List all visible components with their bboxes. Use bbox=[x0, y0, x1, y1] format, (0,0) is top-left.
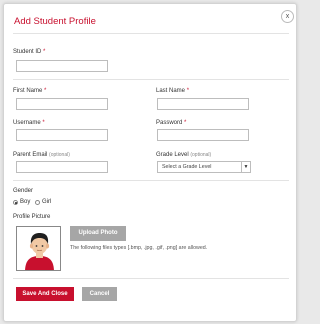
divider bbox=[13, 278, 289, 279]
grade-level-selected: Select a Grade Level bbox=[162, 164, 212, 170]
student-avatar-icon bbox=[16, 226, 61, 271]
last-name-input[interactable] bbox=[157, 98, 249, 110]
grade-level-label: Grade Level (optional) bbox=[156, 152, 212, 158]
first-name-input[interactable] bbox=[16, 98, 108, 110]
divider bbox=[13, 33, 289, 34]
allowed-file-types-note: The following files types [.bmp, .jpg, .… bbox=[70, 245, 208, 251]
grade-level-select[interactable]: Select a Grade Level ▼ bbox=[157, 161, 251, 173]
parent-email-label: Parent Email (optional) bbox=[13, 152, 70, 158]
parent-email-input[interactable] bbox=[16, 161, 108, 173]
add-student-modal: Add Student Profile x Student ID * First… bbox=[3, 3, 297, 322]
gender-radio-boy[interactable] bbox=[13, 200, 18, 205]
profile-picture-label: Profile Picture bbox=[13, 214, 51, 220]
gender-boy-label: Boy bbox=[20, 199, 31, 205]
gender-label: Gender bbox=[13, 188, 34, 194]
first-name-label: First Name * bbox=[13, 88, 47, 94]
student-id-label: Student ID * bbox=[13, 49, 46, 55]
last-name-label: Last Name * bbox=[156, 88, 190, 94]
student-id-input[interactable] bbox=[16, 60, 108, 72]
upload-photo-button[interactable]: Upload Photo bbox=[70, 226, 126, 241]
divider bbox=[13, 79, 289, 80]
username-input[interactable] bbox=[16, 129, 108, 141]
close-icon[interactable]: x bbox=[281, 10, 294, 23]
divider bbox=[13, 180, 289, 181]
cancel-button[interactable]: Cancel bbox=[82, 287, 117, 301]
password-input[interactable] bbox=[157, 129, 249, 141]
chevron-down-icon[interactable]: ▼ bbox=[241, 162, 250, 172]
gender-radio-girl[interactable] bbox=[35, 200, 40, 205]
save-and-close-button[interactable]: Save And Close bbox=[16, 287, 74, 301]
modal-title: Add Student Profile bbox=[14, 16, 96, 27]
username-label: Username * bbox=[13, 120, 45, 126]
gender-girl-label: Girl bbox=[42, 199, 52, 205]
password-label: Password * bbox=[156, 120, 187, 126]
